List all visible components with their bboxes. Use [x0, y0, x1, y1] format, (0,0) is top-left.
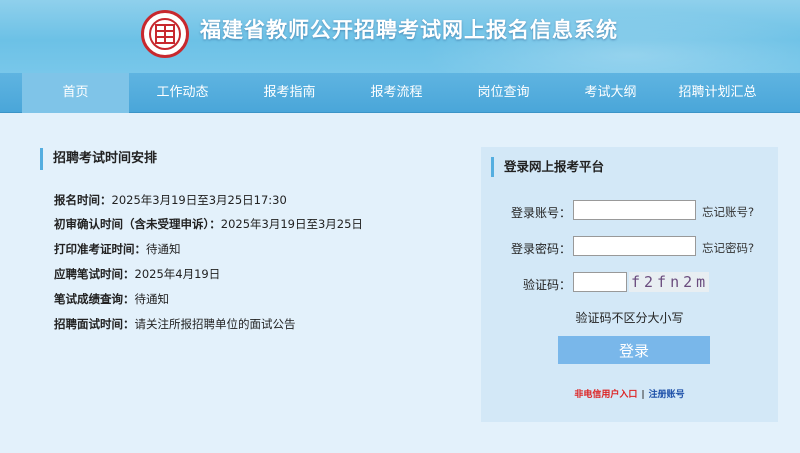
nav-item-guide[interactable]: 报考指南 [236, 73, 343, 113]
schedule-row-value: 请关注所报招聘单位的面试公告 [134, 317, 296, 331]
login-title: 登录网上报考平台 [491, 157, 604, 177]
captcha-image[interactable]: f2fn2m [629, 272, 709, 292]
nav-item-process[interactable]: 报考流程 [343, 73, 450, 113]
schedule-row-label: 笔试成绩查询： [54, 292, 135, 306]
schedule-row-label: 招聘面试时间： [54, 317, 135, 331]
schedule-row: 打印准考证时间：待通知 [54, 241, 181, 257]
captcha-label: 验证码： [522, 278, 571, 292]
register-link[interactable]: 注册账号 [649, 390, 685, 400]
site-logo-icon[interactable] [141, 10, 189, 58]
nav-item-work-news[interactable]: 工作动态 [129, 73, 236, 113]
nav-item-home[interactable]: 首页 [22, 73, 129, 113]
schedule-panel: 招聘考试时间安排 报名时间：2025年3月19日至3月25日17:30 初审确认… [40, 148, 460, 348]
schedule-title: 招聘考试时间安排 [40, 148, 460, 170]
nav-item-plan-summary[interactable]: 招聘计划汇总 [664, 73, 771, 113]
login-box: 登录网上报考平台 登录账号： 忘记账号? 登录密码： 忘记密码? 验证码： f2… [481, 147, 778, 422]
non-telecom-link[interactable]: 非电信用户入口 [574, 390, 637, 400]
schedule-row-label: 打印准考证时间： [54, 242, 146, 256]
nav-item-position-query[interactable]: 岗位查询 [450, 73, 557, 113]
site-header: 福建省教师公开招聘考试网上报名信息系统 [0, 0, 800, 73]
site-title: 福建省教师公开招聘考试网上报名信息系统 [200, 18, 618, 42]
schedule-row-label: 报名时间： [54, 193, 112, 207]
schedule-row-value: 2025年4月19日 [134, 267, 221, 281]
schedule-row-value: 待通知 [134, 292, 170, 306]
main-nav: 首页 工作动态 报考指南 报考流程 岗位查询 考试大纲 招聘计划汇总 [0, 73, 800, 113]
captcha-hint: 验证码不区分大小写 [575, 311, 684, 325]
schedule-row: 招聘面试时间：请关注所报招聘单位的面试公告 [54, 316, 296, 332]
captcha-input[interactable] [573, 272, 627, 292]
link-separator: | [641, 390, 645, 400]
schedule-row-value: 2025年3月19日至3月25日17:30 [111, 193, 287, 207]
account-label: 登录账号： [510, 206, 571, 220]
password-label: 登录密码： [510, 242, 571, 256]
schedule-row: 报名时间：2025年3月19日至3月25日17:30 [54, 192, 287, 208]
password-input[interactable] [573, 236, 696, 256]
login-links: 非电信用户入口 | 注册账号 [481, 387, 778, 400]
schedule-row-value: 待通知 [146, 242, 181, 256]
schedule-row-label: 初审确认时间（含未受理申诉）： [54, 217, 221, 231]
schedule-row-value: 2025年3月19日至3月25日 [220, 217, 363, 231]
forgot-password-link[interactable]: 忘记密码? [702, 240, 754, 256]
schedule-row: 笔试成绩查询：待通知 [54, 291, 169, 307]
schedule-row-label: 应聘笔试时间： [54, 267, 135, 281]
forgot-account-link[interactable]: 忘记账号? [702, 204, 754, 220]
account-input[interactable] [573, 200, 696, 220]
schedule-row: 初审确认时间（含未受理申诉）：2025年3月19日至3月25日 [54, 216, 363, 232]
schedule-row: 应聘笔试时间：2025年4月19日 [54, 266, 220, 282]
login-button[interactable]: 登录 [558, 336, 710, 364]
nav-item-syllabus[interactable]: 考试大纲 [557, 73, 664, 113]
